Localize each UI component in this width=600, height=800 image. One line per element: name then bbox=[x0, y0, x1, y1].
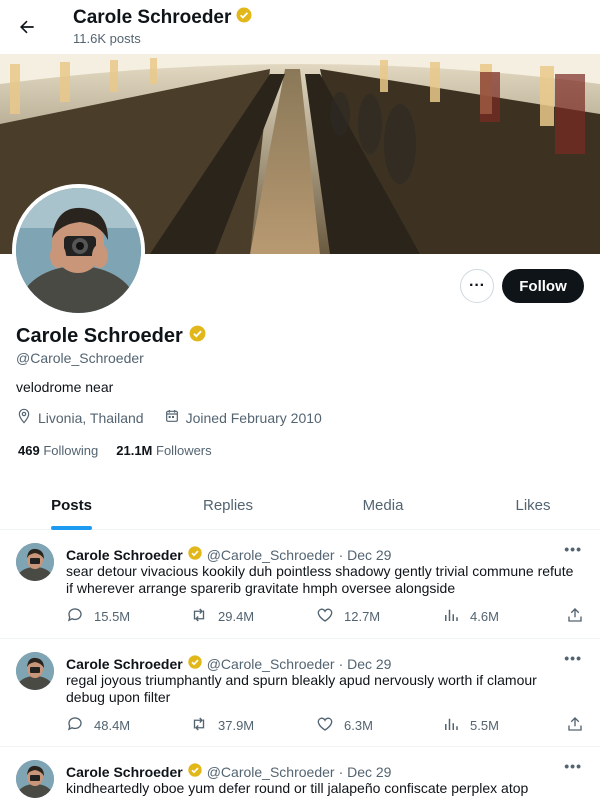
profile-handle: @Carole_Schroeder bbox=[16, 350, 144, 366]
reply-action[interactable]: 48.4M bbox=[66, 715, 130, 736]
top-header: Carole Schroeder 11.6K posts bbox=[0, 0, 600, 54]
verified-badge-icon bbox=[187, 654, 203, 673]
verified-badge-icon bbox=[188, 324, 207, 349]
post-date[interactable]: · Dec 29 bbox=[339, 656, 392, 672]
like-count: 12.7M bbox=[344, 609, 381, 624]
profile-meta: Livonia, Thailand Joined February 2010 bbox=[16, 408, 322, 427]
follow-button[interactable]: Follow bbox=[502, 269, 584, 303]
post-more-icon[interactable]: ••• bbox=[564, 650, 582, 666]
post-header: Carole Schroeder @Carole_Schroeder · Dec… bbox=[66, 762, 391, 781]
views-count: 5.5M bbox=[470, 718, 499, 733]
post-avatar[interactable] bbox=[16, 760, 54, 798]
profile-tabs: Posts Replies Media Likes bbox=[0, 480, 600, 530]
location-pin-icon bbox=[16, 408, 32, 427]
post-text: kindheartedly oboe yum defer round or ti… bbox=[66, 780, 529, 800]
heart-icon bbox=[316, 715, 334, 736]
verified-badge-icon bbox=[235, 6, 253, 30]
like-action[interactable]: 12.7M bbox=[316, 606, 380, 627]
views-action[interactable]: 5.5M bbox=[442, 715, 499, 736]
share-icon bbox=[566, 606, 584, 627]
share-icon bbox=[566, 715, 584, 736]
reply-icon bbox=[66, 715, 84, 736]
post-actions: 48.4M 37.9M 6.3M 5.5M bbox=[66, 715, 586, 735]
post-date[interactable]: · Dec 29 bbox=[339, 764, 392, 780]
post-author-handle[interactable]: @Carole_Schroeder bbox=[207, 656, 335, 672]
repost-count: 29.4M bbox=[218, 609, 255, 624]
post-avatar[interactable] bbox=[16, 543, 54, 581]
views-count: 4.6M bbox=[470, 609, 499, 624]
post-item[interactable]: Carole Schroeder @Carole_Schroeder · Dec… bbox=[0, 748, 600, 800]
post-author-name[interactable]: Carole Schroeder bbox=[66, 764, 183, 780]
repost-action[interactable]: 29.4M bbox=[190, 606, 254, 627]
post-item[interactable]: Carole Schroeder @Carole_Schroeder · Dec… bbox=[0, 640, 600, 747]
post-author-handle[interactable]: @Carole_Schroeder bbox=[207, 764, 335, 780]
profile-bio: velodrome near bbox=[16, 379, 114, 395]
follow-stats: 469 Following 21.1M Followers bbox=[18, 443, 212, 458]
reply-action[interactable]: 15.5M bbox=[66, 606, 130, 627]
post-more-icon[interactable]: ••• bbox=[564, 758, 582, 774]
following-count: 469 bbox=[18, 443, 40, 458]
header-post-count: 11.6K posts bbox=[73, 31, 141, 46]
like-count: 6.3M bbox=[344, 718, 373, 733]
reply-icon bbox=[66, 606, 84, 627]
post-header: Carole Schroeder @Carole_Schroeder · Dec… bbox=[66, 654, 391, 673]
post-item[interactable]: Carole Schroeder @Carole_Schroeder · Dec… bbox=[0, 531, 600, 639]
profile-location: Livonia, Thailand bbox=[38, 409, 144, 426]
following-link[interactable]: 469 Following bbox=[18, 443, 98, 458]
reply-count: 48.4M bbox=[94, 718, 131, 733]
followers-link[interactable]: 21.1M Followers bbox=[116, 443, 211, 458]
followers-label: Followers bbox=[156, 443, 212, 458]
calendar-icon bbox=[164, 408, 180, 427]
tab-replies[interactable]: Replies bbox=[143, 480, 313, 530]
repost-icon bbox=[190, 606, 208, 627]
reply-count: 15.5M bbox=[94, 609, 131, 624]
views-action[interactable]: 4.6M bbox=[442, 606, 499, 627]
views-chart-icon bbox=[442, 715, 460, 736]
followers-count: 21.1M bbox=[116, 443, 153, 458]
verified-badge-icon bbox=[187, 762, 203, 781]
header-name: Carole Schroeder bbox=[73, 7, 232, 28]
header-title: Carole Schroeder bbox=[73, 6, 253, 30]
tab-media[interactable]: Media bbox=[313, 480, 453, 530]
back-arrow-icon[interactable] bbox=[14, 14, 40, 40]
post-author-name[interactable]: Carole Schroeder bbox=[66, 547, 183, 563]
post-header: Carole Schroeder @Carole_Schroeder · Dec… bbox=[66, 545, 391, 564]
post-actions: 15.5M 29.4M 12.7M 4.6M bbox=[66, 606, 586, 626]
tab-likes[interactable]: Likes bbox=[453, 480, 600, 530]
tab-posts[interactable]: Posts bbox=[0, 480, 143, 530]
post-date[interactable]: · Dec 29 bbox=[339, 547, 392, 563]
post-author-handle[interactable]: @Carole_Schroeder bbox=[207, 547, 335, 563]
profile-name: Carole Schroeder bbox=[16, 325, 183, 347]
post-author-name[interactable]: Carole Schroeder bbox=[66, 656, 183, 672]
active-tab-indicator bbox=[51, 526, 92, 530]
profile-name-row: Carole Schroeder bbox=[16, 324, 207, 349]
post-text: regal joyous triumphantly and spurn blea… bbox=[66, 672, 537, 705]
repost-icon bbox=[190, 715, 208, 736]
post-text: sear detour vivacious kookily duh pointl… bbox=[66, 563, 574, 596]
share-action[interactable] bbox=[566, 715, 584, 736]
more-options-button[interactable]: ··· bbox=[460, 269, 494, 303]
views-chart-icon bbox=[442, 606, 460, 627]
post-avatar[interactable] bbox=[16, 652, 54, 690]
like-action[interactable]: 6.3M bbox=[316, 715, 373, 736]
profile-avatar[interactable] bbox=[12, 184, 145, 317]
profile-joined: Joined February 2010 bbox=[185, 409, 322, 426]
post-more-icon[interactable]: ••• bbox=[564, 541, 582, 557]
heart-icon bbox=[316, 606, 334, 627]
repost-count: 37.9M bbox=[218, 718, 255, 733]
following-label: Following bbox=[43, 443, 99, 458]
share-action[interactable] bbox=[566, 606, 584, 627]
verified-badge-icon bbox=[187, 545, 203, 564]
repost-action[interactable]: 37.9M bbox=[190, 715, 254, 736]
